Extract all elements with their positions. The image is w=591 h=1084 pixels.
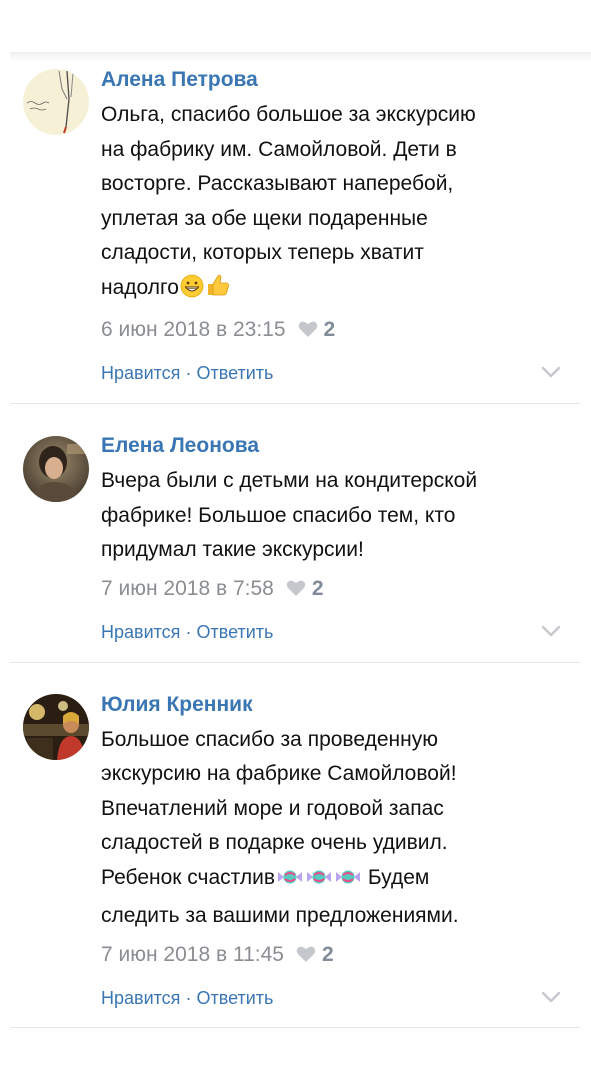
comment-text-line: Будем	[367, 865, 430, 889]
like-link[interactable]: Нравится	[101, 988, 180, 1008]
reply-link[interactable]: Ответить	[196, 622, 273, 642]
heart-icon[interactable]	[286, 576, 306, 606]
comment-text-line: Ольга, спасибо большое за экскурсию	[101, 103, 476, 126]
comments-list: Алена Петрова Ольга, спасибо большое за …	[0, 62, 591, 1028]
comment-date[interactable]: 6 июн 2018 в 23:15	[101, 318, 286, 341]
action-separator: ·	[185, 363, 192, 383]
comment-text-line: надолго	[101, 275, 179, 299]
comment-author[interactable]: Елена Леонова	[101, 433, 571, 459]
avatar[interactable]	[23, 693, 89, 760]
likes-count: 2	[321, 942, 334, 966]
comment-author[interactable]: Юлия Кренник	[101, 692, 571, 718]
avatar[interactable]	[23, 69, 89, 135]
comment-actions: Нравится · Ответить	[101, 361, 571, 403]
chevron-down-icon[interactable]	[541, 365, 561, 383]
comment-text-line: следить за вашими предложениями.	[101, 904, 459, 927]
comment-text-line: Большое спасибо за проведенную	[101, 727, 438, 751]
comment-date[interactable]: 7 июн 2018 в 7:58	[101, 577, 274, 600]
grinning-face-icon	[180, 274, 204, 310]
comment-text-line: придумал такие экскурсии!	[101, 538, 364, 561]
comment-text-line: сладости, которых теперь хватит	[101, 241, 424, 264]
comment-meta: 6 июн 2018 в 23:15 2	[101, 315, 571, 347]
candy-icon	[334, 865, 362, 900]
comment-divider	[10, 1026, 580, 1028]
comment-text-line: сладостей в подарке очень удивил.	[101, 831, 448, 854]
comment: Елена Леонова Вчера были с детьми на кон…	[0, 404, 591, 662]
candy-icon	[305, 865, 333, 900]
comment-text: Большое спасибо за проведенную экскурсию…	[101, 723, 571, 934]
comment: Юлия Кренник Большое спасибо за проведен…	[0, 663, 591, 1027]
comment-author[interactable]: Алена Петрова	[101, 67, 571, 93]
reply-link[interactable]: Ответить	[196, 988, 273, 1008]
comment-text-line: на фабрику им. Самойловой. Дети в	[101, 137, 457, 161]
thumbs-up-icon	[205, 272, 231, 310]
action-separator: ·	[185, 987, 192, 1008]
chevron-down-icon[interactable]	[541, 624, 561, 642]
comment-text: Вчера были с детьми на кондитерской фабр…	[101, 464, 571, 568]
comment-text-line: Ребенок счастлив	[101, 865, 275, 889]
likes-count: 2	[323, 318, 336, 341]
comment-date[interactable]: 7 июн 2018 в 11:45	[101, 943, 284, 966]
comment-text-line: восторге. Рассказывают наперебой,	[101, 172, 454, 195]
comment-text-line: Вчера были с детьми на кондитерской	[101, 469, 478, 492]
comment-text-line: экскурсию на фабрике Самойловой!	[101, 762, 457, 785]
comment-actions: Нравится · Ответить	[101, 986, 571, 1027]
heart-icon[interactable]	[298, 317, 318, 347]
like-link[interactable]: Нравится	[101, 622, 180, 642]
comment-meta: 7 июн 2018 в 11:45 2	[101, 940, 571, 972]
comment-text-line: фабрике! Большое спасибо тем, кто	[101, 503, 456, 527]
comment-text-line: уплетая за обе щеки подаренные	[101, 206, 428, 230]
comment-text: Ольга, спасибо большое за экскурсию на ф…	[101, 98, 571, 309]
top-shadow	[10, 52, 591, 62]
comment-text-line: Впечатлений море и годовой запас	[101, 796, 444, 820]
avatar[interactable]	[23, 436, 89, 502]
comment: Алена Петрова Ольга, спасибо большое за …	[0, 62, 591, 403]
candy-icon	[276, 865, 304, 900]
reply-link[interactable]: Ответить	[196, 363, 273, 383]
likes-count: 2	[311, 576, 324, 600]
heart-icon[interactable]	[296, 942, 316, 972]
chevron-down-icon[interactable]	[541, 990, 561, 1008]
action-separator: ·	[185, 621, 192, 642]
comment-meta: 7 июн 2018 в 7:58 2	[101, 574, 571, 606]
like-link[interactable]: Нравится	[101, 363, 180, 383]
comment-actions: Нравится · Ответить	[101, 620, 571, 662]
